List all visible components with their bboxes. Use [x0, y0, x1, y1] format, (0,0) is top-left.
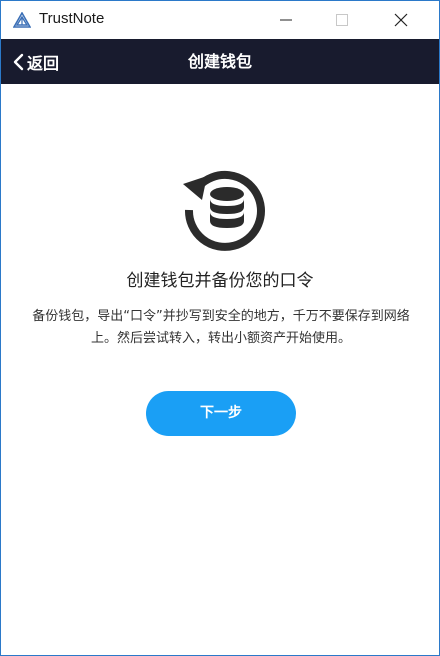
section-heading: 创建钱包并备份您的口令: [126, 271, 314, 291]
main-content: 创建钱包并备份您的口令 备份钱包，导出“口令”并抄写到安全的地方，千万不要保存到…: [1, 84, 439, 655]
next-step-button[interactable]: 下一步: [146, 391, 296, 436]
close-button[interactable]: [378, 1, 424, 38]
nav-bar: 返回 创建钱包: [1, 39, 439, 84]
page-title: 创建钱包: [187, 52, 252, 71]
description-text: 备份钱包，导出“口令”并抄写到安全的地方，千万不要保存到网络上。然后尝试转入，转…: [32, 309, 410, 346]
minimize-button[interactable]: [263, 1, 309, 38]
close-icon: [394, 13, 408, 26]
app-window: TrustNote 返回 创建钱包 创建钱包并备份您的口令 备份钱包，导出“口令…: [0, 0, 440, 656]
window-title: TrustNote: [39, 10, 105, 27]
database-refresh-icon: [183, 170, 265, 251]
trustnote-logo-icon: [13, 12, 31, 28]
minimize-icon: [280, 19, 292, 20]
maximize-button[interactable]: [319, 1, 365, 38]
maximize-icon: [336, 13, 348, 26]
title-bar: TrustNote: [1, 1, 439, 38]
